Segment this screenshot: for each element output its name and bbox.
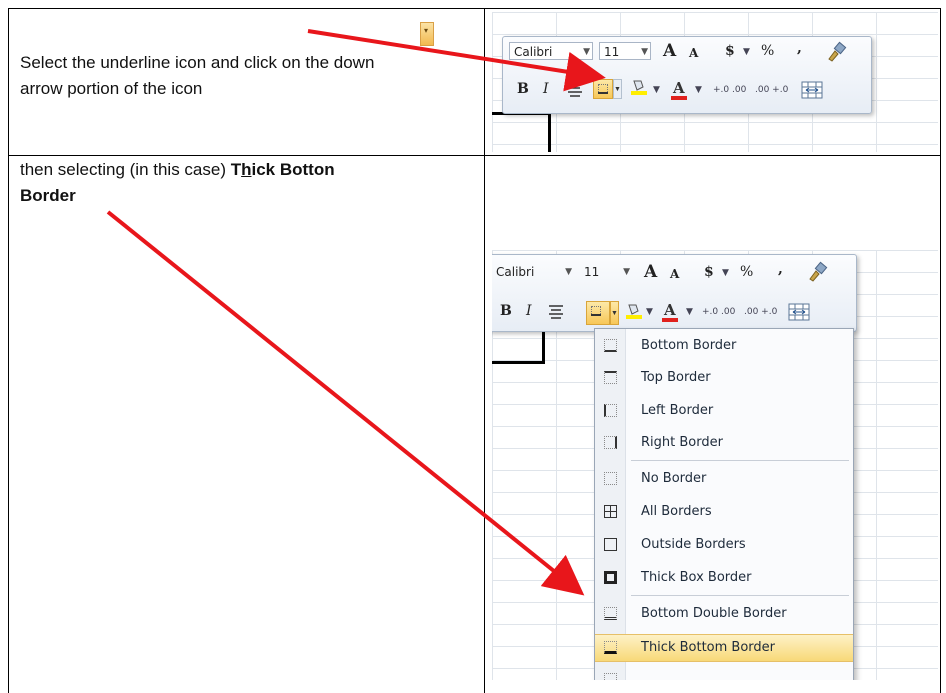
arrow-to-border-dropdown <box>307 29 606 92</box>
annotation-arrows <box>106 29 606 596</box>
arrow-to-thick-bottom-border <box>106 210 585 596</box>
